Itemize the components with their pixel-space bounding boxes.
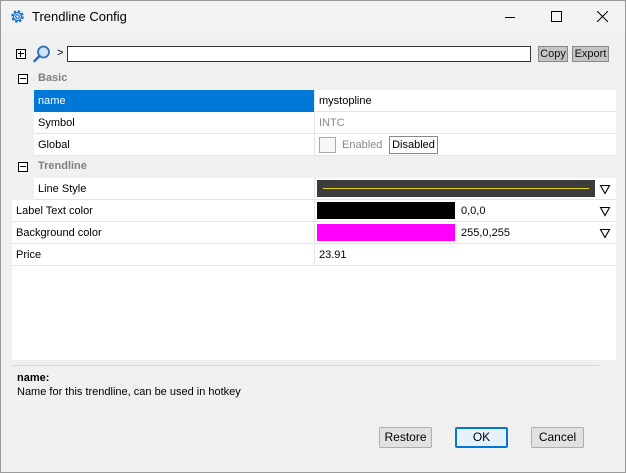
restore-button[interactable]: Restore bbox=[379, 427, 432, 448]
minimize-icon bbox=[505, 16, 515, 18]
property-line-style-label: Line Style bbox=[38, 183, 87, 195]
property-row-line-style[interactable]: Line Style bbox=[12, 178, 616, 200]
minimize-button[interactable] bbox=[487, 1, 533, 32]
collapse-icon[interactable] bbox=[18, 162, 28, 172]
property-name-label[interactable]: name bbox=[34, 90, 314, 112]
ok-button[interactable]: OK bbox=[455, 427, 508, 448]
row-indent bbox=[12, 90, 34, 112]
property-row-background-color[interactable]: Background color 255,0,255 bbox=[12, 222, 616, 244]
global-enabled-label: Enabled bbox=[342, 139, 383, 151]
background-color-value[interactable]: 255,0,255 bbox=[461, 222, 510, 244]
dropdown-arrow-icon[interactable] bbox=[599, 205, 611, 217]
property-row-name[interactable]: name mystopline bbox=[12, 90, 616, 112]
expand-all-icon[interactable] bbox=[16, 49, 26, 59]
property-row-label-text-color[interactable]: Label Text color 0,0,0 bbox=[12, 200, 616, 222]
property-background-color-label: Background color bbox=[16, 227, 102, 239]
description-panel: name: Name for this trendline, can be us… bbox=[12, 365, 599, 405]
trendline-config-window: Trendline Config > Copy Export Basic nam bbox=[0, 0, 626, 473]
property-price-label: Price bbox=[16, 249, 42, 261]
property-row-price[interactable]: Price 23.91 bbox=[12, 244, 616, 266]
category-basic-label: Basic bbox=[38, 72, 68, 84]
cancel-button[interactable]: Cancel bbox=[531, 427, 584, 448]
property-grid: Basic name mystopline Symbol INTC Global… bbox=[12, 68, 616, 360]
collapse-icon[interactable] bbox=[18, 74, 28, 84]
line-style-preview[interactable] bbox=[317, 180, 595, 197]
maximize-icon bbox=[550, 11, 562, 22]
dropdown-arrow-icon[interactable] bbox=[599, 227, 611, 239]
search-input[interactable] bbox=[67, 46, 531, 62]
property-label-text-color-label: Label Text color bbox=[16, 205, 93, 217]
label-text-color-value[interactable]: 0,0,0 bbox=[461, 200, 485, 222]
description-title: name: bbox=[17, 372, 50, 384]
close-button[interactable] bbox=[579, 1, 625, 32]
gear-icon bbox=[11, 10, 24, 23]
row-indent bbox=[12, 112, 34, 134]
column-divider bbox=[314, 178, 315, 200]
column-divider bbox=[314, 222, 315, 244]
category-trendline[interactable]: Trendline bbox=[12, 156, 616, 178]
property-row-global[interactable]: Global Enabled Disabled bbox=[12, 134, 616, 156]
maximize-button[interactable] bbox=[533, 1, 579, 32]
property-symbol-value: INTC bbox=[319, 117, 345, 129]
category-basic[interactable]: Basic bbox=[12, 68, 616, 90]
dropdown-arrow-icon[interactable] bbox=[599, 183, 611, 195]
description-text: Name for this trendline, can be used in … bbox=[17, 386, 241, 398]
column-divider bbox=[314, 200, 315, 222]
property-global-label: Global bbox=[38, 139, 70, 151]
property-name-value[interactable]: mystopline bbox=[315, 90, 372, 112]
row-indent bbox=[12, 134, 34, 156]
label-text-color-swatch[interactable] bbox=[317, 202, 455, 219]
global-enabled-checkbox[interactable] bbox=[319, 137, 336, 153]
property-price-value[interactable]: 23.91 bbox=[315, 244, 347, 266]
copy-button[interactable]: Copy bbox=[538, 46, 568, 62]
search-icon[interactable] bbox=[33, 45, 52, 63]
column-divider bbox=[314, 134, 315, 156]
global-disabled-button[interactable]: Disabled bbox=[389, 136, 438, 154]
export-button[interactable]: Export bbox=[572, 46, 609, 62]
property-toolbar: > Copy Export bbox=[12, 44, 613, 64]
property-row-symbol[interactable]: Symbol INTC bbox=[12, 112, 616, 134]
breadcrumb-separator: > bbox=[57, 47, 64, 59]
window-title: Trendline Config bbox=[32, 9, 127, 24]
title-bar[interactable]: Trendline Config bbox=[1, 1, 625, 32]
row-indent bbox=[12, 178, 34, 200]
category-trendline-label: Trendline bbox=[38, 160, 87, 172]
close-icon bbox=[596, 11, 608, 22]
property-symbol-label: Symbol bbox=[38, 117, 75, 129]
line-sample bbox=[323, 188, 589, 189]
background-color-swatch[interactable] bbox=[317, 224, 455, 241]
